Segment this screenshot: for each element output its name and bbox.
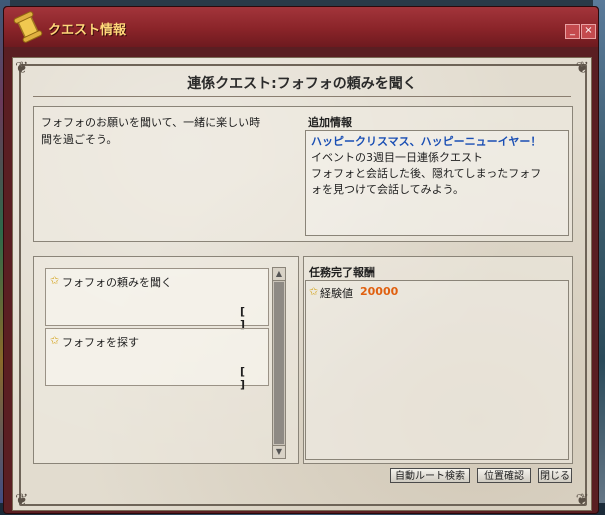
quest-description: フォフォのお願いを聞いて、一緒に楽しい時 間を過ごそう。 bbox=[41, 114, 299, 148]
objective-label: フォフォの頼みを聞く bbox=[62, 276, 172, 289]
title-bar[interactable]: クエスト情報 _ × bbox=[4, 7, 598, 47]
close-icon[interactable]: × bbox=[581, 24, 596, 39]
quest-info-window: クエスト情報 _ × ❦ ❦ ❦ ❦ 連係クエスト:フォフォの頼みを聞く フォフ… bbox=[3, 6, 599, 514]
scroll-down-icon[interactable]: ▼ bbox=[273, 445, 285, 458]
auto-route-button[interactable]: 自動ルート検索 bbox=[390, 468, 470, 483]
scroll-icon bbox=[13, 11, 43, 43]
info-headline: ハッピークリスマス、ハッピーニューイヤー！ bbox=[311, 135, 542, 148]
objective-item[interactable]: ✩ フォフォを探す [ ] bbox=[45, 328, 269, 391]
description-line: 間を過ごそう。 bbox=[41, 133, 118, 146]
divider bbox=[33, 96, 571, 97]
window-title: クエスト情報 bbox=[48, 23, 127, 38]
reward-box bbox=[305, 280, 569, 460]
quest-title: 連係クエスト:フォフォの頼みを聞く bbox=[187, 76, 417, 92]
star-icon: ✩ bbox=[50, 274, 60, 287]
info-line: ォを見つけて会話してみよう。 bbox=[311, 183, 465, 196]
star-icon: ✩ bbox=[50, 334, 60, 347]
scroll-up-icon[interactable]: ▲ bbox=[273, 268, 285, 281]
position-check-button[interactable]: 位置確認 bbox=[477, 468, 531, 483]
info-line: フォフォと会話した後、隠れてしまったフォフ bbox=[311, 167, 542, 180]
quest-panel: ❦ ❦ ❦ ❦ 連係クエスト:フォフォの頼みを聞く フォフォのお願いを聞いて、一… bbox=[12, 57, 592, 511]
objective-item[interactable]: ✩ フォフォの頼みを聞く [ ] bbox=[45, 268, 269, 331]
description-line: フォフォのお願いを聞いて、一緒に楽しい時 bbox=[41, 116, 261, 129]
objective-count: [ ] bbox=[240, 365, 254, 391]
info-line: イベントの3週目一日連係クエスト bbox=[311, 151, 483, 164]
frame-corner-icon: ❦ bbox=[15, 490, 29, 509]
reward-label: 任務完了報酬 bbox=[309, 266, 375, 279]
reward-name: 経験値 bbox=[320, 287, 353, 300]
reward-value: 20000 bbox=[360, 285, 399, 298]
minimize-button[interactable]: _ bbox=[565, 24, 580, 39]
additional-info-label: 追加情報 bbox=[308, 116, 352, 129]
objectives-scrollbar[interactable]: ▲ ▼ bbox=[272, 267, 286, 459]
frame-corner-icon: ❦ bbox=[575, 490, 589, 509]
scroll-thumb[interactable] bbox=[274, 282, 284, 444]
objective-label: フォフォを探す bbox=[62, 336, 139, 349]
close-button[interactable]: 閉じる bbox=[538, 468, 572, 483]
star-icon: ✩ bbox=[309, 285, 319, 298]
